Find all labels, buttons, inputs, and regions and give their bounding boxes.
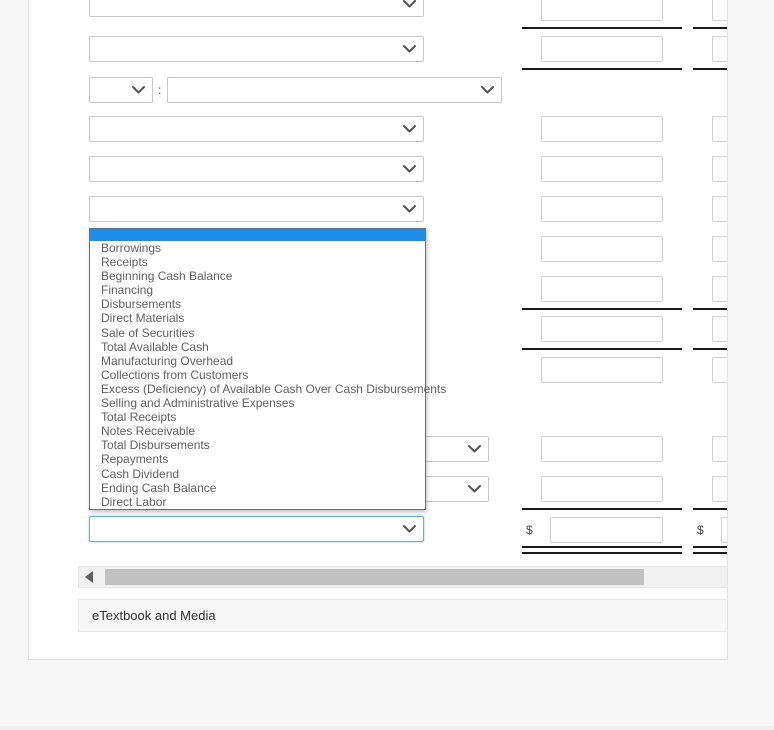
dropdown-option[interactable]: Excess (Deficiency) of Available Cash Ov… — [90, 382, 446, 396]
row-9-account-select[interactable]: BorrowingsReceiptsBeginning Cash Balance… — [89, 516, 424, 542]
col2-row-9-amount[interactable] — [712, 357, 727, 383]
question-card: BorrowingsReceiptsBeginning Cash Balance… — [28, 0, 728, 660]
dropdown-option[interactable]: Receipts — [90, 255, 425, 269]
row-3-period-select[interactable]: BorrowingsReceiptsBeginning Cash Balance… — [89, 77, 153, 103]
col2-rule-2 — [693, 68, 727, 70]
col2-row-7-amount[interactable] — [712, 276, 727, 302]
col2-row-3-amount[interactable] — [712, 116, 727, 142]
dropdown-option[interactable]: Beginning Cash Balance — [90, 269, 425, 283]
row-3-account-select[interactable]: BorrowingsReceiptsBeginning Cash Balance… — [167, 77, 502, 103]
etextbook-and-media-panel[interactable]: eTextbook and Media — [78, 599, 727, 632]
row-6-account-select[interactable]: BorrowingsReceiptsBeginning Cash Balance… — [89, 196, 424, 222]
row-1-account-select[interactable]: BorrowingsReceiptsBeginning Cash Balance… — [89, 0, 424, 17]
col2-row-2-amount[interactable] — [712, 36, 727, 62]
col1-row-10-amount[interactable] — [541, 436, 663, 462]
col1-row-8-amount[interactable] — [541, 316, 663, 342]
col1-row-3-amount[interactable] — [541, 116, 663, 142]
dropdown-option[interactable]: Direct Materials — [90, 311, 425, 325]
dropdown-option[interactable]: Repayments — [90, 452, 425, 466]
col2-rule-3 — [693, 308, 727, 310]
col1-total-amount-currency-symbol: $ — [526, 523, 533, 537]
scrollbar-thumb[interactable] — [105, 569, 644, 585]
col2-total-amount[interactable] — [721, 517, 727, 543]
row-2-account-select[interactable]: BorrowingsReceiptsBeginning Cash Balance… — [89, 36, 424, 62]
col1-rule-2 — [522, 68, 682, 70]
account-dropdown-list[interactable]: Borrowings Receipts Beginning Cash Balance… — [89, 228, 446, 510]
col1-row-5-amount[interactable] — [541, 196, 663, 222]
dropdown-option[interactable]: Total Disbursements — [90, 438, 425, 452]
dropdown-option[interactable]: Notes Receivable — [90, 424, 425, 438]
col2-row-4-amount[interactable] — [712, 156, 727, 182]
col2-row-5-amount[interactable] — [712, 196, 727, 222]
col2-row-1-amount[interactable] — [712, 0, 727, 21]
col2-rule-1 — [693, 27, 727, 29]
col1-row-11-amount[interactable] — [541, 476, 663, 502]
col2-rule-4 — [693, 348, 727, 350]
row-4-account-select[interactable]: BorrowingsReceiptsBeginning Cash Balance… — [89, 116, 424, 142]
col1-row-9-amount[interactable] — [541, 357, 663, 383]
dropdown-option[interactable]: Manufacturing Overhead — [90, 354, 425, 368]
col2-row-8-amount[interactable] — [712, 316, 727, 342]
horizontal-scrollbar[interactable] — [78, 566, 727, 588]
col1-rule-3 — [522, 308, 682, 310]
col1-row-7-amount[interactable] — [541, 276, 663, 302]
page-bottom-edge — [0, 726, 774, 730]
col1-row-6-amount[interactable] — [541, 236, 663, 262]
dropdown-option[interactable]: Total Available Cash — [90, 340, 425, 354]
row-3-colon-separator: : — [158, 83, 162, 97]
dropdown-option[interactable] — [90, 229, 425, 241]
col1-total-amount[interactable] — [550, 517, 663, 543]
col1-rule-4 — [522, 348, 682, 350]
dropdown-option[interactable]: Total Receipts — [90, 410, 425, 424]
col1-row-1-amount[interactable] — [541, 0, 663, 21]
dropdown-option[interactable]: Sale of Securities — [90, 326, 425, 340]
col2-rule-6 — [693, 546, 727, 554]
dropdown-option[interactable]: Direct Labor — [90, 495, 425, 509]
row-5-account-select[interactable]: BorrowingsReceiptsBeginning Cash Balance… — [89, 156, 424, 182]
dropdown-option[interactable]: Financing — [90, 283, 425, 297]
col1-rule-6 — [522, 546, 682, 554]
dropdown-option[interactable]: Disbursements — [90, 297, 425, 311]
col1-rule-5 — [522, 508, 682, 510]
footer-bar: Save for Later Attempts: 0 of 3 used Sub… — [0, 661, 774, 730]
dropdown-option[interactable]: Borrowings — [90, 241, 425, 255]
col1-row-2-amount[interactable] — [541, 36, 663, 62]
col2-row-11-amount[interactable] — [712, 476, 727, 502]
col2-row-6-amount[interactable] — [712, 236, 727, 262]
dropdown-option[interactable]: Collections from Customers — [90, 368, 425, 382]
etextbook-label: eTextbook and Media — [92, 608, 216, 623]
col2-row-10-amount[interactable] — [712, 436, 727, 462]
col1-rule-1 — [522, 27, 682, 29]
dropdown-option[interactable]: Selling and Administrative Expenses — [90, 396, 425, 410]
dropdown-option[interactable]: Ending Cash Balance — [90, 481, 425, 495]
col1-row-4-amount[interactable] — [541, 156, 663, 182]
dropdown-option[interactable]: Cash Dividend — [90, 467, 425, 481]
col2-total-amount-currency-symbol: $ — [697, 523, 704, 537]
worksheet-screen: BorrowingsReceiptsBeginning Cash Balance… — [0, 0, 774, 730]
scroll-left-arrow-icon[interactable] — [79, 567, 99, 587]
col2-rule-5 — [693, 508, 727, 510]
